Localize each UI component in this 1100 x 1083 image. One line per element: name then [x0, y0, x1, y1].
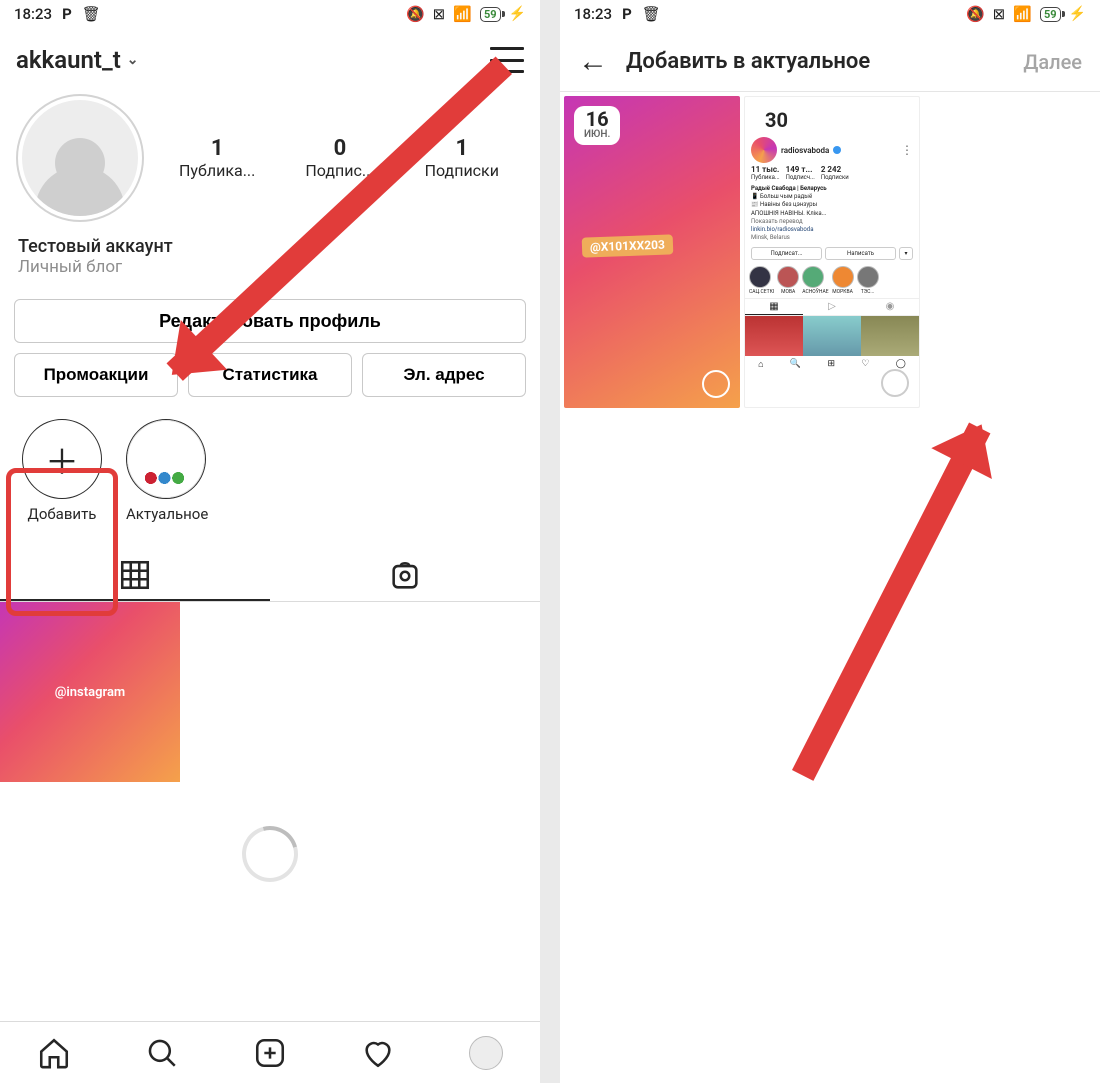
- stat-followers[interactable]: 0 Подпис...: [305, 136, 374, 180]
- verified-icon: [833, 146, 841, 154]
- chevron-down-icon: ⌄: [127, 52, 139, 68]
- post-tabs: [0, 551, 540, 602]
- profile-top: 1 Публика... 0 Подпис... 1 Подписки: [0, 78, 540, 228]
- username-label: akkaunt_t: [16, 46, 121, 74]
- date-chip: 16 июн.: [574, 106, 620, 145]
- battery-icon: 59: [1040, 7, 1061, 22]
- email-button[interactable]: Эл. адрес: [362, 353, 526, 397]
- post-tag: @instagram: [55, 685, 125, 700]
- mini-bio: Радыё Свабода | Беларусь 📱 Больш чым рад…: [745, 183, 919, 244]
- profile-icon: ◯: [896, 359, 906, 370]
- box-x-icon: ⊠: [433, 5, 446, 23]
- statusbar: 18:23 P 🗑 🔕 ⊠ 📶 59 ⚡: [0, 0, 540, 28]
- nav-profile-icon[interactable]: [469, 1036, 503, 1070]
- mute-icon: 🔕: [406, 5, 425, 23]
- bio-category: Личный блог: [18, 257, 522, 277]
- highlight-add-label: Добавить: [22, 505, 102, 523]
- statusbar: 18:23 P 🗑 🔕 ⊠ 📶 59 ⚡: [560, 0, 1100, 28]
- mini-highlights: САЦ.СЕТКІ МОВА АСНОЎНАЕ МОРКВА ТЭС...: [745, 263, 919, 298]
- profile-header: akkaunt_t ⌄: [0, 28, 540, 78]
- post-thumb[interactable]: @instagram: [0, 602, 180, 782]
- profile-buttons: Редактировать профиль Промоакции Статист…: [0, 285, 540, 397]
- charging-icon: ⚡: [1069, 6, 1086, 22]
- menu-button[interactable]: [490, 47, 524, 73]
- highlight-add[interactable]: ＋ Добавить: [22, 419, 102, 523]
- select-ring-icon: [881, 369, 909, 397]
- battery-icon: 59: [480, 7, 501, 22]
- date-chip: 30: [755, 107, 798, 135]
- next-button[interactable]: Далее: [1023, 50, 1082, 74]
- plus-icon: ＋: [22, 419, 102, 499]
- statistics-button[interactable]: Статистика: [188, 353, 352, 397]
- stat-following[interactable]: 1 Подписки: [425, 136, 499, 180]
- post-grid: @instagram: [0, 602, 540, 782]
- story-tile-2[interactable]: 30 radiosvaboda ⋮ 11 тыс.Публика... 149 …: [744, 96, 920, 408]
- mini-avatar: [751, 137, 777, 163]
- home-icon: ⌂: [758, 359, 763, 370]
- tab-tagged[interactable]: [270, 551, 540, 601]
- heart-icon[interactable]: [361, 1036, 395, 1070]
- bio-name: Тестовый аккаунт: [18, 236, 522, 257]
- highlight-thumb: [126, 419, 206, 499]
- back-arrow-icon[interactable]: ←: [578, 44, 608, 79]
- screen-add-highlight: 18:23 P 🗑 🔕 ⊠ 📶 59 ⚡ ← Добавить в актуал…: [560, 0, 1100, 1083]
- stat-posts[interactable]: 1 Публика...: [179, 136, 255, 180]
- highlights-row: ＋ Добавить Актуальное: [0, 397, 540, 533]
- tab-grid[interactable]: [0, 551, 270, 601]
- status-time: 18:23: [574, 5, 612, 23]
- box-x-icon: ⊠: [993, 5, 1006, 23]
- add-post-icon[interactable]: [253, 1036, 287, 1070]
- username-switcher[interactable]: akkaunt_t ⌄: [16, 46, 139, 74]
- story-tile-1[interactable]: 16 июн. @X101XX203: [564, 96, 740, 408]
- reels-icon: ▷: [803, 299, 861, 315]
- story-archive: 16 июн. @X101XX203 30 radiosvaboda ⋮: [560, 92, 1100, 412]
- home-icon[interactable]: [37, 1036, 71, 1070]
- trash-icon: 🗑: [82, 5, 101, 23]
- mini-profile-header: radiosvaboda ⋮: [745, 131, 919, 165]
- page-title: Добавить в актуальное: [626, 49, 1005, 74]
- edit-profile-button[interactable]: Редактировать профиль: [14, 299, 526, 343]
- trash-icon: 🗑: [642, 5, 661, 23]
- charging-icon: ⚡: [509, 6, 526, 22]
- profile-stats: 1 Публика... 0 Подпис... 1 Подписки: [154, 136, 524, 180]
- status-time: 18:23: [14, 5, 52, 23]
- add-icon: ⊞: [827, 359, 835, 370]
- screen-profile: 18:23 P 🗑 🔕 ⊠ 📶 59 ⚡ akkaunt_t ⌄: [0, 0, 540, 1083]
- grid-icon: ▦: [745, 299, 803, 315]
- mini-buttons: Подписат... Написать ▾: [745, 244, 919, 263]
- more-icon: ⋮: [901, 143, 913, 157]
- add-highlight-header: ← Добавить в актуальное Далее: [560, 28, 1100, 92]
- search-icon[interactable]: [145, 1036, 179, 1070]
- profile-avatar[interactable]: [16, 94, 144, 222]
- mini-username: radiosvaboda: [781, 146, 829, 155]
- mini-grid: [745, 316, 919, 356]
- profile-bio: Тестовый аккаунт Личный блог: [0, 228, 540, 285]
- p-icon: P: [62, 5, 72, 23]
- select-ring-icon: [702, 370, 730, 398]
- mute-icon: 🔕: [966, 5, 985, 23]
- tagged-icon: ◉: [861, 299, 919, 315]
- mini-stats: 11 тыс.Публика... 149 т...Подписч... 2 2…: [745, 165, 919, 183]
- bottom-nav: [0, 1021, 540, 1083]
- avatar-body: [35, 166, 125, 216]
- highlight-actual-label: Актуальное: [126, 505, 208, 523]
- p-icon: P: [622, 5, 632, 23]
- heart-icon: ♡: [861, 359, 869, 370]
- tagged-icon: [388, 559, 422, 593]
- wifi-icon: 📶: [1013, 5, 1032, 23]
- mention-tag: @X101XX203: [581, 235, 673, 258]
- search-icon: 🔍: [790, 359, 801, 370]
- grid-icon: [118, 558, 152, 592]
- highlight-actual[interactable]: Актуальное: [126, 419, 208, 523]
- mini-tabs: ▦ ▷ ◉: [745, 298, 919, 316]
- promo-button[interactable]: Промоакции: [14, 353, 178, 397]
- loading-spinner: [232, 816, 308, 892]
- wifi-icon: 📶: [453, 5, 472, 23]
